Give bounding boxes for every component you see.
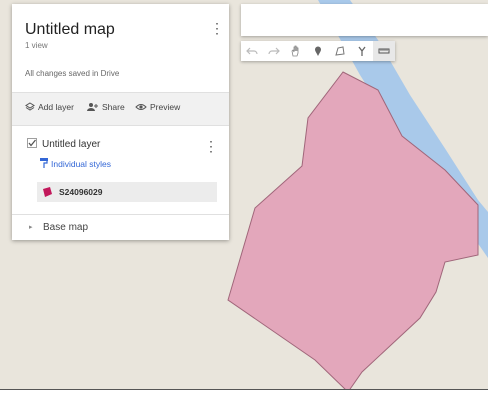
preview-button[interactable]: Preview <box>135 102 180 112</box>
map-title[interactable]: Untitled map <box>25 21 115 39</box>
redo-button[interactable] <box>263 41 285 61</box>
polygon-feature-icon <box>43 187 52 197</box>
measure-button[interactable] <box>373 41 395 61</box>
marker-icon <box>315 46 321 56</box>
layer-visibility-checkbox[interactable] <box>27 138 37 148</box>
map-title-block: Untitled map 1 view All changes saved in… <box>12 4 229 93</box>
base-map-label: Base map <box>43 222 89 233</box>
undo-icon <box>246 47 258 55</box>
layer-section: Untitled layer ⋮ Individual styles S2409… <box>12 126 229 215</box>
eye-icon <box>135 104 147 110</box>
draw-line-button[interactable] <box>329 41 351 61</box>
individual-styles-link[interactable]: Individual styles <box>40 158 111 169</box>
redo-icon <box>268 47 280 55</box>
draw-line-icon <box>335 46 345 56</box>
pan-tool-button[interactable] <box>285 41 307 61</box>
ruler-icon <box>378 48 390 54</box>
expand-arrow-icon[interactable]: ▸ <box>29 223 33 231</box>
feature-name: S24096029 <box>59 187 103 197</box>
individual-styles-label: Individual styles <box>51 158 112 169</box>
directions-icon <box>358 46 366 56</box>
map-actions: Add layer Share Preview <box>12 93 229 126</box>
add-marker-button[interactable] <box>307 41 329 61</box>
search-box[interactable] <box>241 4 488 36</box>
add-layer-icon <box>25 102 35 111</box>
hand-icon <box>291 45 299 57</box>
drawing-toolbar <box>241 41 395 61</box>
share-label: Share <box>102 102 125 112</box>
add-layer-button[interactable]: Add layer <box>25 102 74 112</box>
save-status: All changes saved in Drive <box>25 69 120 78</box>
bottom-bar <box>0 389 488 404</box>
undo-button[interactable] <box>241 41 263 61</box>
preview-label: Preview <box>150 102 181 112</box>
add-person-icon <box>87 103 98 111</box>
map-panel: Untitled map 1 view All changes saved in… <box>12 4 229 240</box>
layer-options-kebab-icon[interactable]: ⋮ <box>204 138 218 154</box>
base-map-row[interactable]: ▸ Base map <box>12 216 229 240</box>
parcel-polygon[interactable] <box>227 71 479 393</box>
view-count: 1 view <box>25 41 48 50</box>
add-layer-label: Add layer <box>38 102 74 112</box>
directions-button[interactable] <box>351 41 373 61</box>
paint-roller-icon <box>40 158 48 168</box>
share-button[interactable]: Share <box>87 102 125 112</box>
layer-name[interactable]: Untitled layer <box>42 139 100 150</box>
map-options-kebab-icon[interactable]: ⋮ <box>210 20 224 36</box>
feature-list-item[interactable]: S24096029 <box>37 182 217 202</box>
